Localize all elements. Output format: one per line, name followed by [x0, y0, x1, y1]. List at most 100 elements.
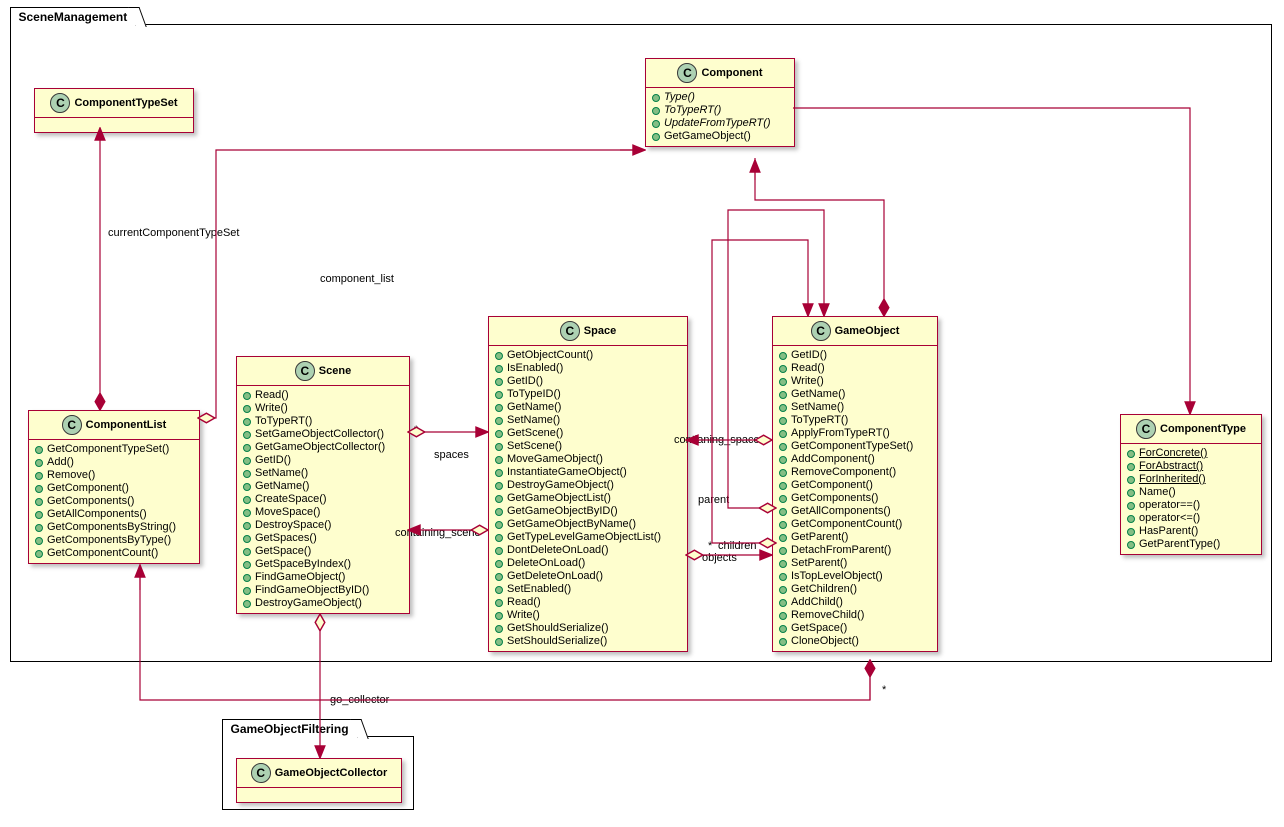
method: GetSpace() — [243, 545, 403, 558]
visibility-public-icon — [495, 521, 503, 529]
class-name: GameObjectCollector — [275, 767, 387, 779]
method: GetID() — [779, 349, 931, 362]
method: GetID() — [243, 454, 403, 467]
method: GetName() — [243, 480, 403, 493]
visibility-public-icon — [779, 456, 787, 464]
method-name: ForInherited() — [1139, 473, 1206, 486]
visibility-public-icon — [779, 443, 787, 451]
method: GetSpace() — [779, 622, 931, 635]
method: GetObjectCount() — [495, 349, 681, 362]
visibility-public-icon — [35, 511, 43, 519]
method-name: GetComponentTypeSet() — [47, 443, 169, 456]
visibility-public-icon — [652, 107, 660, 115]
class-name: ComponentList — [86, 419, 167, 431]
class-gameobjectcollector: C GameObjectCollector — [236, 758, 402, 803]
visibility-public-icon — [243, 444, 251, 452]
method-name: SetEnabled() — [507, 583, 571, 596]
visibility-public-icon — [779, 508, 787, 516]
method: ForInherited() — [1127, 473, 1255, 486]
method-name: Add() — [47, 456, 74, 469]
visibility-public-icon — [495, 430, 503, 438]
visibility-public-icon — [243, 470, 251, 478]
method: SetEnabled() — [495, 583, 681, 596]
method-name: SetName() — [255, 467, 308, 480]
visibility-public-icon — [495, 599, 503, 607]
visibility-public-icon — [779, 625, 787, 633]
class-badge-icon: C — [1136, 419, 1156, 439]
visibility-public-icon — [243, 405, 251, 413]
visibility-public-icon — [495, 573, 503, 581]
method-name: Remove() — [47, 469, 95, 482]
visibility-public-icon — [243, 600, 251, 608]
visibility-public-icon — [243, 496, 251, 504]
method: ToTypeRT() — [652, 104, 788, 117]
method: GetName() — [495, 401, 681, 414]
method-name: ForAbstract() — [1139, 460, 1203, 473]
label-objects: objects — [702, 552, 737, 564]
label-star2: * — [708, 540, 712, 552]
method: SetShouldSerialize() — [495, 635, 681, 648]
method-name: DontDeleteOnLoad() — [507, 544, 609, 557]
method-name: SetShouldSerialize() — [507, 635, 607, 648]
method: FindGameObject() — [243, 571, 403, 584]
visibility-public-icon — [35, 550, 43, 558]
method: GetGameObjectByName() — [495, 518, 681, 531]
method: CloneObject() — [779, 635, 931, 648]
method: GetShouldSerialize() — [495, 622, 681, 635]
visibility-public-icon — [495, 404, 503, 412]
method: GetAllComponents() — [35, 508, 193, 521]
method: DestroyGameObject() — [243, 597, 403, 610]
visibility-public-icon — [779, 534, 787, 542]
method-name: GetSpace() — [791, 622, 847, 635]
method-name: MoveSpace() — [255, 506, 320, 519]
method-name: Read() — [255, 389, 289, 402]
method: DontDeleteOnLoad() — [495, 544, 681, 557]
visibility-public-icon — [35, 472, 43, 480]
method-name: operator==() — [1139, 499, 1200, 512]
method-name: GetComponentsByType() — [47, 534, 171, 547]
method: GetName() — [779, 388, 931, 401]
visibility-public-icon — [243, 457, 251, 465]
class-componenttype: C ComponentType ForConcrete()ForAbstract… — [1120, 414, 1262, 555]
method-name: GetComponents() — [47, 495, 134, 508]
method-name: DeleteOnLoad() — [507, 557, 585, 570]
method: GetID() — [495, 375, 681, 388]
method: GetAllComponents() — [779, 505, 931, 518]
method-name: UpdateFromTypeRT() — [664, 117, 771, 130]
label-currentcomponenttypeset: currentComponentTypeSet — [108, 227, 239, 239]
method: SetName() — [779, 401, 931, 414]
method: ToTypeID() — [495, 388, 681, 401]
label-parent: parent — [698, 494, 729, 506]
class-space: C Space GetObjectCount()IsEnabled()GetID… — [488, 316, 688, 652]
method-name: AddChild() — [791, 596, 843, 609]
method-name: GetObjectCount() — [507, 349, 593, 362]
method: Add() — [35, 456, 193, 469]
package-filter-tab: GameObjectFiltering — [222, 719, 358, 738]
method: FindGameObjectByID() — [243, 584, 403, 597]
label-spaces: spaces — [434, 449, 469, 461]
method-name: GetComponentCount() — [47, 547, 158, 560]
method-name: Type() — [664, 91, 695, 104]
visibility-public-icon — [1127, 528, 1135, 536]
method-name: IsEnabled() — [507, 362, 563, 375]
method: GetComponents() — [35, 495, 193, 508]
method-name: RemoveComponent() — [791, 466, 896, 479]
visibility-public-icon — [1127, 489, 1135, 497]
method: GetComponent() — [779, 479, 931, 492]
method: ForConcrete() — [1127, 447, 1255, 460]
visibility-public-icon — [495, 638, 503, 646]
method: Write() — [495, 609, 681, 622]
method-name: ToTypeID() — [507, 388, 561, 401]
visibility-public-icon — [779, 352, 787, 360]
method-name: ToTypeRT() — [664, 104, 721, 117]
visibility-public-icon — [1127, 541, 1135, 549]
class-name: Component — [701, 67, 762, 79]
visibility-public-icon — [495, 625, 503, 633]
visibility-public-icon — [495, 391, 503, 399]
visibility-public-icon — [495, 586, 503, 594]
method: GetGameObjectCollector() — [243, 441, 403, 454]
method-name: ForConcrete() — [1139, 447, 1207, 460]
visibility-public-icon — [495, 482, 503, 490]
method-name: ApplyFromTypeRT() — [791, 427, 890, 440]
method-name: InstantiateGameObject() — [507, 466, 627, 479]
